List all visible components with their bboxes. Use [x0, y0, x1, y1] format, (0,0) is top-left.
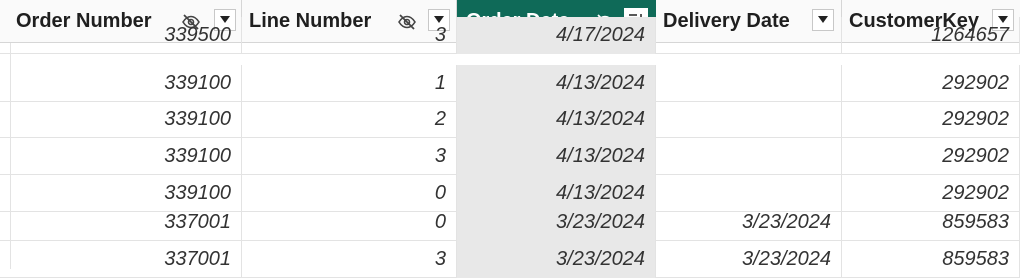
cell-customerkey[interactable]: 292902 [842, 65, 1020, 102]
cell-delivery-date[interactable] [656, 17, 842, 54]
cell-order-date[interactable]: 3/23/2024 [457, 241, 656, 278]
cell-line-number[interactable]: 0 [242, 204, 457, 241]
table-row[interactable]: 339500 3 4/17/2024 1264657 [0, 17, 1020, 54]
table-row[interactable]: 339100 1 4/13/2024 292902 [0, 65, 1020, 102]
table-row[interactable]: 337001 3 3/23/2024 3/23/2024 859583 [0, 241, 1020, 278]
cell-line-number[interactable]: 3 [242, 138, 457, 175]
cell-customerkey[interactable]: 859583 [842, 241, 1020, 278]
table-row[interactable]: 337001 0 3/23/2024 3/23/2024 859583 [0, 204, 1020, 241]
cell-delivery-date[interactable] [656, 65, 842, 102]
data-grid: Order Number Line Number Order Date Deli… [0, 0, 1020, 278]
cell-order-date[interactable]: 4/17/2024 [457, 17, 656, 54]
cell-order-number[interactable]: 337001 [10, 204, 242, 241]
cell-order-number[interactable]: 339100 [10, 101, 242, 138]
cell-customerkey[interactable]: 292902 [842, 138, 1020, 175]
cell-delivery-date[interactable]: 3/23/2024 [656, 204, 842, 241]
cell-line-number[interactable]: 2 [242, 101, 457, 138]
cell-delivery-date[interactable] [656, 138, 842, 175]
cell-order-date[interactable]: 4/13/2024 [457, 138, 656, 175]
cell-order-date[interactable]: 4/13/2024 [457, 65, 656, 102]
cell-order-date[interactable]: 3/23/2024 [457, 204, 656, 241]
table-row[interactable]: 339100 3 4/13/2024 292902 [0, 138, 1020, 175]
cell-delivery-date[interactable]: 3/23/2024 [656, 241, 842, 278]
cell-line-number[interactable]: 3 [242, 241, 457, 278]
cell-line-number[interactable]: 1 [242, 65, 457, 102]
cell-order-number[interactable]: 339100 [10, 138, 242, 175]
cell-order-number[interactable]: 337001 [10, 241, 242, 278]
cell-line-number[interactable]: 3 [242, 17, 457, 54]
cell-order-date[interactable]: 4/13/2024 [457, 101, 656, 138]
cell-customerkey[interactable]: 859583 [842, 204, 1020, 241]
cell-customerkey[interactable]: 1264657 [842, 17, 1020, 54]
cell-order-number[interactable]: 339100 [10, 65, 242, 102]
cell-order-number[interactable]: 339500 [10, 17, 242, 54]
cell-customerkey[interactable]: 292902 [842, 101, 1020, 138]
table-row[interactable]: 339100 2 4/13/2024 292902 [0, 101, 1020, 138]
cell-delivery-date[interactable] [656, 101, 842, 138]
